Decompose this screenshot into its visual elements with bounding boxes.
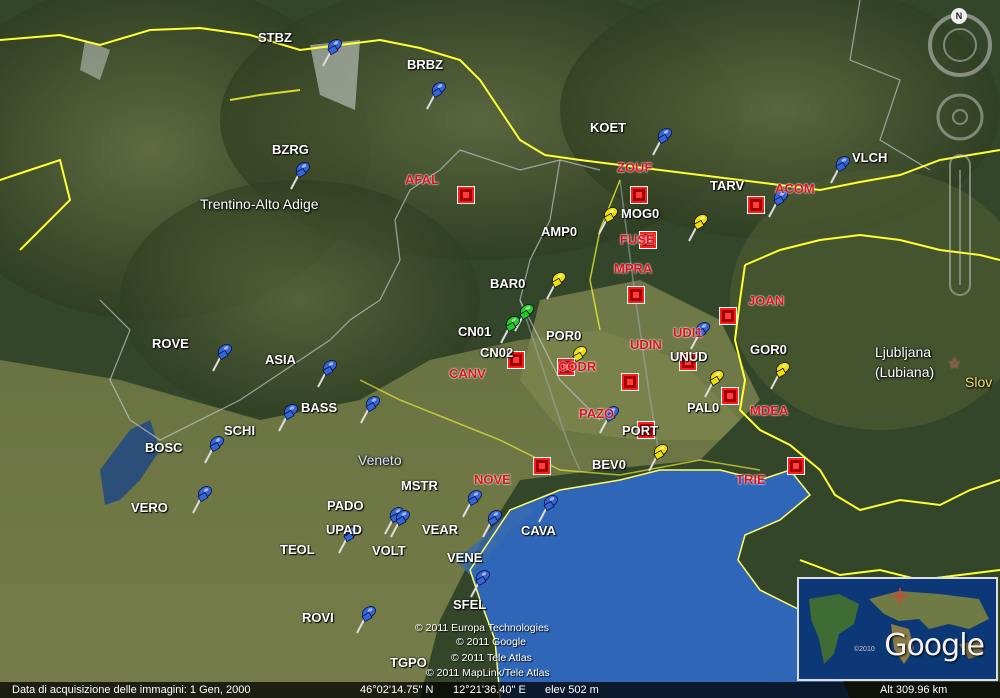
station-label-acom[interactable]: ACOM bbox=[775, 181, 815, 196]
pushpin-icon-schi[interactable] bbox=[274, 400, 302, 434]
square-marker-icon-mpra[interactable] bbox=[628, 287, 644, 303]
station-label-pazo[interactable]: PAZO bbox=[579, 406, 614, 421]
elevation-readout: elev 502 m bbox=[545, 684, 599, 696]
station-label-udin[interactable]: UDIN bbox=[630, 337, 662, 352]
station-label-port[interactable]: PORT bbox=[622, 423, 658, 438]
station-label-unud[interactable]: UNUD bbox=[670, 349, 708, 364]
station-label-sfel[interactable]: SFEL bbox=[453, 597, 486, 612]
country-label-slovenia: Slov bbox=[965, 374, 993, 390]
square-marker-icon-trie[interactable] bbox=[788, 458, 804, 474]
station-label-cn01[interactable]: CN01 bbox=[458, 324, 491, 339]
capital-star-icon: ☆ bbox=[948, 355, 961, 371]
station-label-bass[interactable]: BASS bbox=[301, 400, 337, 415]
overview-copyright: ©2010 bbox=[854, 646, 875, 653]
station-label-volt[interactable]: VOLT bbox=[372, 543, 406, 558]
pushpin-icon-vene[interactable] bbox=[466, 566, 494, 600]
station-label-zouf[interactable]: ZOUF bbox=[617, 160, 652, 175]
square-marker-icon-zouf[interactable] bbox=[631, 187, 647, 203]
pushpin-icon-gor0[interactable] bbox=[766, 358, 794, 392]
pushpin-icon-bass[interactable] bbox=[356, 392, 384, 426]
station-label-joan[interactable]: JOAN bbox=[748, 293, 784, 308]
pushpin-icon-stbz[interactable] bbox=[318, 35, 346, 69]
station-label-tgpo[interactable]: TGPO bbox=[390, 655, 427, 670]
station-label-upad[interactable]: UPAD bbox=[326, 522, 362, 537]
station-label-mog0[interactable]: MOG0 bbox=[621, 206, 659, 221]
station-label-tarv[interactable]: TARV bbox=[710, 178, 744, 193]
station-label-vear[interactable]: VEAR bbox=[422, 522, 458, 537]
pushpin-icon-amp0[interactable] bbox=[594, 203, 622, 237]
region-label-veneto: Veneto bbox=[358, 452, 402, 468]
pushpin-icon-vlch[interactable] bbox=[826, 152, 854, 186]
credit-maplink: © 2011 MapLink/Tele Atlas bbox=[426, 667, 550, 679]
station-label-vero[interactable]: VERO bbox=[131, 500, 168, 515]
square-marker-icon-nove[interactable] bbox=[534, 458, 550, 474]
credit-google: © 2011 Google bbox=[456, 636, 527, 648]
pushpin-icon-port[interactable] bbox=[644, 440, 672, 474]
station-label-mpra[interactable]: MPRA bbox=[614, 261, 652, 276]
station-label-nove[interactable]: NOVE bbox=[474, 472, 511, 487]
station-label-rove[interactable]: ROVE bbox=[152, 336, 189, 351]
pushpin-icon-asia[interactable] bbox=[313, 356, 341, 390]
pushpin-icon-brbz[interactable] bbox=[422, 78, 450, 112]
station-label-asia[interactable]: ASIA bbox=[265, 352, 296, 367]
station-label-pal0[interactable]: PAL0 bbox=[687, 400, 719, 415]
station-label-bar0[interactable]: BAR0 bbox=[490, 276, 525, 291]
square-marker-icon-acom[interactable] bbox=[748, 197, 764, 213]
station-label-vene[interactable]: VENE bbox=[447, 550, 482, 565]
pushpin-icon-upad[interactable] bbox=[386, 506, 414, 540]
region-label-trentino: Trentino-Alto Adige bbox=[200, 196, 319, 212]
status-bar: Data di acquisizione delle immagini: 1 G… bbox=[0, 682, 1000, 698]
station-label-por0[interactable]: POR0 bbox=[546, 328, 581, 343]
square-marker-icon-afal[interactable] bbox=[458, 187, 474, 203]
altitude-readout: Alt 309.96 km bbox=[880, 684, 948, 696]
station-label-rovi[interactable]: ROVI bbox=[302, 610, 334, 625]
station-label-bev0[interactable]: BEV0 bbox=[592, 457, 626, 472]
city-label-ljubljana: Ljubljana (Lubiana) bbox=[875, 344, 935, 380]
station-label-mstr[interactable]: MSTR bbox=[401, 478, 438, 493]
pushpin-icon-koet[interactable] bbox=[648, 124, 676, 158]
pushpin-icon-mog0[interactable] bbox=[684, 210, 712, 244]
station-label-vlch[interactable]: VLCH bbox=[852, 150, 887, 165]
station-label-bosc[interactable]: BOSC bbox=[145, 440, 183, 455]
navigation-controls[interactable]: N bbox=[925, 5, 995, 305]
pushpin-icon-rove[interactable] bbox=[208, 340, 236, 374]
station-label-canv[interactable]: CANV bbox=[449, 366, 486, 381]
station-label-stbz[interactable]: STBZ bbox=[258, 30, 292, 45]
station-label-trie[interactable]: TRIE bbox=[736, 472, 766, 487]
pushpin-icon-cava[interactable] bbox=[534, 491, 562, 525]
square-marker-icon-joan[interactable] bbox=[720, 308, 736, 324]
station-label-pado[interactable]: PADO bbox=[327, 498, 364, 513]
station-label-fuse[interactable]: FUSE bbox=[620, 232, 655, 247]
station-label-afal[interactable]: AFAL bbox=[405, 172, 439, 187]
latitude-readout: 46°02'14.75" N bbox=[360, 684, 434, 696]
credit-teleatlas: © 2011 Tele Atlas bbox=[451, 652, 532, 664]
pushpin-icon-bzrg[interactable] bbox=[286, 158, 314, 192]
pushpin-icon-bar0[interactable] bbox=[542, 268, 570, 302]
station-label-schi[interactable]: SCHI bbox=[224, 423, 255, 438]
station-label-udi1[interactable]: UDI1 bbox=[673, 325, 703, 340]
station-label-bzrg[interactable]: BZRG bbox=[272, 142, 309, 157]
acquisition-date: Data di acquisizione delle immagini: 1 G… bbox=[12, 684, 251, 696]
credit-europa: © 2011 Europa Technologies bbox=[415, 622, 550, 634]
pushpin-icon-rovi[interactable] bbox=[352, 602, 380, 636]
station-label-amp0[interactable]: AMP0 bbox=[541, 224, 577, 239]
station-label-koet[interactable]: KOET bbox=[590, 120, 626, 135]
station-label-gor0[interactable]: GOR0 bbox=[750, 342, 787, 357]
pushpin-icon-vear[interactable] bbox=[478, 506, 506, 540]
station-label-mdea[interactable]: MDEA bbox=[750, 403, 788, 418]
google-logo: Google bbox=[884, 628, 985, 663]
pushpin-icon-vero[interactable] bbox=[188, 482, 216, 516]
pushpin-icon-cn02[interactable] bbox=[496, 312, 524, 346]
station-label-teol[interactable]: TEOL bbox=[280, 542, 315, 557]
square-marker-icon-udin[interactable] bbox=[622, 374, 638, 390]
station-label-codr[interactable]: CODR bbox=[558, 359, 596, 374]
station-label-cava[interactable]: CAVA bbox=[521, 523, 556, 538]
longitude-readout: 12°21'36.40" E bbox=[453, 684, 526, 696]
station-label-brbz[interactable]: BRBZ bbox=[407, 57, 443, 72]
station-label-cn02[interactable]: CN02 bbox=[480, 345, 513, 360]
overview-map[interactable]: ©2010 Google bbox=[797, 577, 998, 681]
map-view[interactable]: Trentino-Alto Adige Veneto Ljubljana (Lu… bbox=[0, 0, 1000, 698]
square-marker-icon-mdea[interactable] bbox=[722, 388, 738, 404]
compass-north-icon[interactable]: N bbox=[951, 8, 967, 24]
